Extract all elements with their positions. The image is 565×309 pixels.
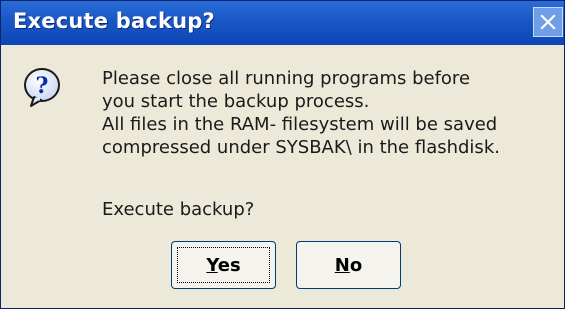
question-icon: ? [24,68,60,107]
close-button[interactable] [533,7,563,37]
title-bar[interactable]: Execute backup? [1,1,564,45]
message-dialog: Execute backup? ? Please close all runni… [0,0,565,309]
dialog-message: Please close all running programs before… [102,67,500,159]
close-icon [540,14,556,30]
message-line: you start the backup process. [102,91,370,112]
svg-text:?: ? [36,73,49,99]
dialog-prompt: Execute backup? [102,199,255,220]
no-button-label: No [335,255,362,276]
yes-button[interactable]: Yes [171,241,276,289]
no-button[interactable]: No [296,241,401,289]
yes-button-label: Yes [206,255,240,276]
message-line: All files in the RAM- filesystem will be… [102,114,498,135]
dialog-body: ? Please close all running programs befo… [1,45,564,308]
dialog-title: Execute backup? [13,9,215,33]
message-line: compressed under SYSBAK\ in the flashdis… [102,137,500,158]
yes-label-rest: es [217,254,241,276]
yes-mnemonic: Y [206,254,218,276]
no-mnemonic: N [334,254,350,276]
no-label-rest: o [349,254,363,276]
message-line: Please close all running programs before [102,68,471,89]
